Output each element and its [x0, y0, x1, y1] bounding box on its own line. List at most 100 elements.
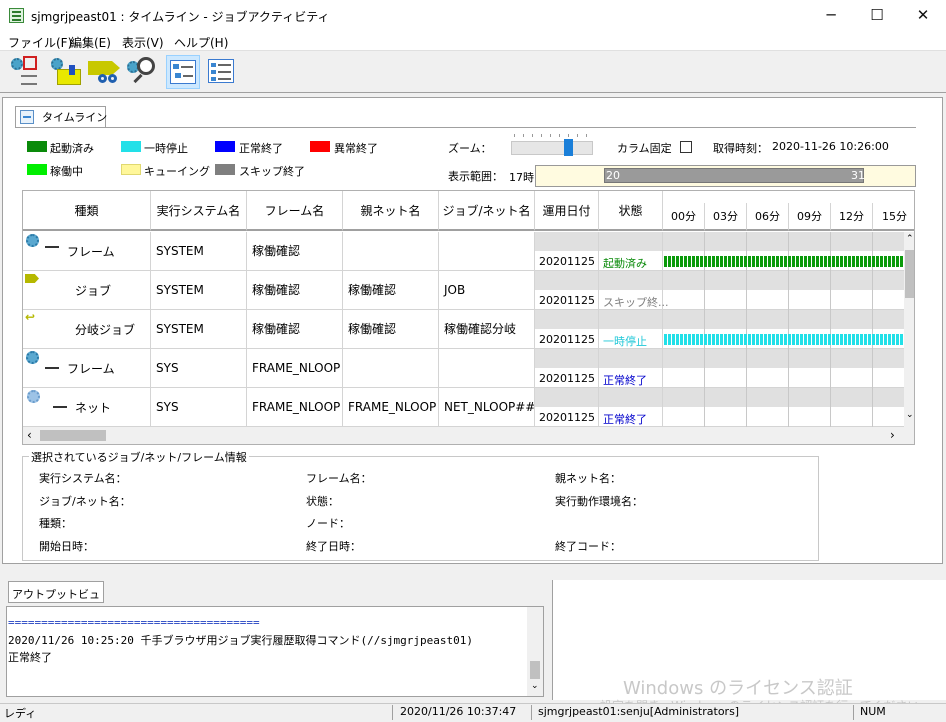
row-type: ネット [75, 401, 112, 415]
table-row[interactable]: フレーム [23, 349, 151, 388]
header-minute-12: 12分 [831, 203, 873, 231]
timeline-grid: 種類 実行システム名 フレーム名 親ネット名 ジョブ/ネット名 運用日付 状態 … [22, 190, 915, 445]
close-button[interactable]: ✕ [900, 0, 946, 31]
output-scrollbar[interactable]: ⌄ [527, 607, 543, 696]
row-system: SYSTEM [151, 271, 247, 310]
zoom-slider-thumb[interactable] [564, 139, 573, 156]
legend-swatch-paused [121, 141, 141, 152]
row-type: フレーム [67, 245, 115, 259]
column-fix-label: カラム固定 [617, 142, 672, 155]
header-system[interactable]: 実行システム名 [151, 191, 247, 231]
row-parent [343, 232, 439, 271]
horizontal-scrollbar[interactable]: ‹ › [23, 427, 914, 444]
output-scroll-thumb[interactable] [530, 661, 540, 679]
display-range-thumb[interactable] [604, 168, 864, 183]
menu-help[interactable]: ヘルプ(H) [174, 34, 228, 51]
maximize-button[interactable]: ☐ [854, 0, 900, 31]
search-icon [137, 57, 155, 75]
row-system: SYSTEM [151, 232, 247, 271]
menu-file[interactable]: ファイル(F) [8, 34, 72, 51]
window-title: sjmgrjpeast01 : タイムライン - ジョブアクティビティ [31, 10, 330, 24]
frame-icon [26, 234, 39, 247]
row-job [439, 349, 535, 388]
zoom-slider[interactable] [511, 141, 593, 155]
acquired-time-value: 2020-11-26 10:26:00 [772, 140, 889, 153]
row-type: 分岐ジョブ [75, 323, 136, 337]
header-type[interactable]: 種類 [23, 191, 151, 231]
scroll-right-arrow-icon[interactable]: › [890, 428, 895, 442]
row-status-normal-end: 正常終了 [603, 374, 647, 387]
download-job-button[interactable] [49, 55, 83, 89]
scroll-up-arrow-icon[interactable]: ⌃ [906, 234, 914, 244]
legend-swatch-abnormal-end [310, 141, 330, 152]
menu-view[interactable]: 表示(V) [122, 34, 164, 51]
output-line: 正常終了 [8, 651, 52, 664]
column-fix-checkbox[interactable] [680, 141, 692, 153]
app-icon [9, 8, 24, 23]
menu-edit[interactable]: 編集(E) [70, 34, 111, 51]
timeline-area: 20201125 起動済み 20201125 スキップ終... 20201125… [535, 232, 904, 427]
header-frame[interactable]: フレーム名 [247, 191, 343, 231]
info-panel-title: 選択されているジョブ/ネット/フレーム情報 [29, 449, 249, 465]
list-view-button[interactable] [205, 55, 239, 89]
legend-label-started: 起動済み [50, 142, 94, 155]
display-range-label: 表示範囲： [448, 170, 503, 183]
tree-line [45, 367, 59, 369]
row-job [439, 232, 535, 271]
output-view-tab[interactable]: アウトプットビュー [8, 581, 104, 617]
info-job-net-label: ジョブ/ネット名： [39, 495, 131, 508]
row-parent: 稼働確認 [343, 271, 439, 310]
info-panel [22, 456, 819, 561]
output-view: ====================================== 2… [6, 606, 544, 697]
header-status[interactable]: 状態 [599, 191, 663, 231]
header-job-net[interactable]: ジョブ/ネット名 [439, 191, 535, 231]
row-system: SYS [151, 349, 247, 388]
row-date: 20201125 [539, 333, 595, 346]
header-date[interactable]: 運用日付 [535, 191, 599, 231]
legend-swatch-skipped [215, 164, 235, 175]
timeline-view-button[interactable] [166, 55, 200, 89]
info-env-label: 実行動作環境名： [555, 495, 643, 508]
timeline-bar-started[interactable] [664, 256, 904, 267]
job-binoculars-icon [88, 61, 120, 75]
vertical-scrollbar[interactable]: ⌃ ⌄ [904, 232, 914, 427]
system-view-button[interactable] [9, 55, 43, 89]
output-scroll-down-icon[interactable]: ⌄ [531, 681, 539, 691]
minimize-button[interactable]: ─ [808, 0, 854, 31]
display-range-start: 20 [606, 169, 620, 182]
header-minute-00: 00分 [663, 203, 705, 231]
header-parent-net[interactable]: 親ネット名 [343, 191, 439, 231]
legend-swatch-started [27, 141, 47, 152]
search-button[interactable] [127, 55, 161, 89]
row-system: SYS [151, 388, 247, 427]
scroll-down-arrow-icon[interactable]: ⌄ [906, 410, 914, 420]
job-binoculars-button[interactable] [88, 55, 122, 89]
tab-border [16, 127, 916, 128]
row-date: 20201125 [539, 255, 595, 268]
row-job: NET_NLOOP##... [439, 388, 535, 427]
table-row[interactable]: ジョブ [23, 271, 151, 310]
vertical-scroll-thumb[interactable] [905, 250, 914, 298]
output-separator: ====================================== [8, 616, 260, 629]
status-num: NUM [860, 705, 886, 718]
row-frame: 稼働確認 [247, 310, 343, 349]
table-row[interactable]: フレーム [23, 232, 151, 271]
row-parent: 稼働確認 [343, 310, 439, 349]
tree-line [45, 246, 59, 248]
table-row[interactable]: ↩ 分岐ジョブ [23, 310, 151, 349]
row-type: ジョブ [75, 284, 112, 298]
row-status-paused: 一時停止 [603, 335, 647, 348]
legend-swatch-running [27, 164, 47, 175]
display-range-hour: 17時 [509, 171, 534, 184]
header-minute-15: 15分 [873, 203, 914, 231]
legend-label-normal-end: 正常終了 [239, 142, 283, 155]
row-job: JOB [439, 271, 535, 310]
timeline-bar-paused[interactable] [664, 334, 904, 345]
legend-label-skipped: スキップ終了 [239, 165, 305, 178]
system-view-icon [11, 58, 23, 70]
row-status-skipped: スキップ終... [603, 296, 669, 309]
frame-icon [26, 351, 39, 364]
horizontal-scroll-thumb[interactable] [40, 430, 106, 441]
scroll-left-arrow-icon[interactable]: ‹ [27, 428, 32, 442]
table-row[interactable]: ネット [23, 388, 151, 427]
